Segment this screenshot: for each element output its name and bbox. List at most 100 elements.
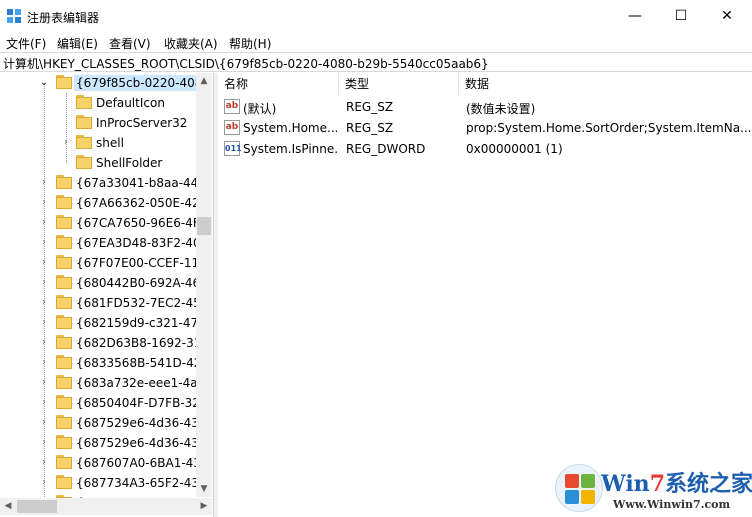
close-button[interactable]: ✕ xyxy=(704,0,750,32)
tree-node-label[interactable]: {67EA3D48-83F2-408 xyxy=(74,235,196,251)
expand-chevron-icon[interactable]: › xyxy=(39,197,49,209)
folder-icon xyxy=(56,355,73,370)
value-row[interactable]: ab (默认) REG_SZ (数值未设置) xyxy=(218,97,752,118)
tree-horizontal-scrollbar[interactable]: ◀ ▶ xyxy=(0,498,212,515)
column-header-type[interactable]: 类型 xyxy=(339,73,459,95)
regedit-app-icon xyxy=(7,9,21,23)
tree-node[interactable]: › {687529e6-4d36-433 xyxy=(0,433,196,453)
tree-node-label[interactable]: {67a33041-b8aa-442 xyxy=(74,175,196,191)
tree-node-label[interactable]: {682D63B8-1692-31E xyxy=(74,335,196,351)
expand-chevron-icon[interactable]: › xyxy=(39,237,49,249)
expand-chevron-icon[interactable]: › xyxy=(39,417,49,429)
expand-chevron-icon[interactable]: › xyxy=(39,357,49,369)
tree-node-label[interactable]: ShellFolder xyxy=(94,155,164,171)
scroll-left-icon[interactable]: ◀ xyxy=(0,498,16,515)
folder-icon xyxy=(56,435,73,450)
expand-chevron-icon[interactable]: › xyxy=(39,317,49,329)
maximize-button[interactable]: ☐ xyxy=(658,0,704,32)
menu-file[interactable]: 文件(F) xyxy=(6,35,46,52)
expand-chevron-icon[interactable]: › xyxy=(39,297,49,309)
tree-node-label[interactable]: {6850404F-D7FB-32E xyxy=(74,395,196,411)
tree-node[interactable]: › {67F07E00-CCEF-11D xyxy=(0,253,196,273)
expand-chevron-icon[interactable]: › xyxy=(39,217,49,229)
tree-node-label[interactable]: InProcServer32 xyxy=(94,115,189,131)
expand-chevron-icon[interactable]: › xyxy=(39,397,49,409)
tree-node-child[interactable]: › shell xyxy=(0,133,196,153)
tree-node[interactable]: › {682159d9-c321-47c xyxy=(0,313,196,333)
expand-chevron-icon[interactable]: › xyxy=(39,437,49,449)
tree-node-label[interactable]: {682159d9-c321-47c xyxy=(74,315,196,331)
tree-node-label[interactable]: shell xyxy=(94,135,126,151)
tree-node-selected[interactable]: ⌄ {679f85cb-0220-4080 xyxy=(0,73,196,93)
menu-help[interactable]: 帮助(H) xyxy=(229,35,271,52)
tree-vertical-scrollbar[interactable]: ▲ ▼ xyxy=(196,73,212,497)
collapse-chevron-icon[interactable]: ⌄ xyxy=(39,77,49,89)
tree-node-label[interactable]: {680442B0-692A-465 xyxy=(74,275,196,291)
minimize-button[interactable]: — xyxy=(612,0,658,32)
menu-favorites[interactable]: 收藏夹(A) xyxy=(164,35,218,52)
tree-node[interactable]: › {687607A0-6BA1-435 xyxy=(0,453,196,473)
scroll-right-icon[interactable]: ▶ xyxy=(196,498,212,515)
tree-node-label[interactable]: {679f85cb-0220-4080 xyxy=(74,75,196,91)
tree-node-label[interactable]: {687607A0-6BA1-435 xyxy=(74,455,196,471)
watermark-url: Www.Winwin7.com xyxy=(613,498,731,511)
dword-value-icon: 011 xyxy=(224,141,242,156)
folder-icon xyxy=(56,215,73,230)
tree-node-label[interactable]: {687734A3-65F2-43E xyxy=(74,475,196,491)
tree-node[interactable]: › {687529e6-4d36-433 xyxy=(0,413,196,433)
tree-node[interactable]: › {67CA7650-96E6-4FD xyxy=(0,213,196,233)
address-path[interactable]: 计算机\HKEY_CLASSES_ROOT\CLSID\{679f85cb-02… xyxy=(3,55,489,72)
tree-node-label[interactable]: {683a732e-eee1-4ae xyxy=(74,375,196,391)
folder-icon xyxy=(56,275,73,290)
tree-node[interactable]: › {6850404F-D7FB-32E xyxy=(0,393,196,413)
tree-node-child[interactable]: DefaultIcon xyxy=(0,93,196,113)
tree-node[interactable]: › {682D63B8-1692-31E xyxy=(0,333,196,353)
tree-node[interactable]: › {67A66362-050E-42f xyxy=(0,193,196,213)
tree-node-label[interactable]: {67CA7650-96E6-4FD xyxy=(74,215,196,231)
watermark-brand-suffix: 系统之家 xyxy=(665,471,752,497)
expand-chevron-icon[interactable]: › xyxy=(39,457,49,469)
tree-node-child[interactable]: ShellFolder xyxy=(0,153,196,173)
value-name[interactable]: System.IsPinne... xyxy=(243,142,337,156)
tree-node[interactable]: › {681FD532-7EC2-454 xyxy=(0,293,196,313)
menu-edit[interactable]: 编辑(E) xyxy=(57,35,98,52)
folder-icon xyxy=(56,295,73,310)
expand-chevron-icon[interactable]: › xyxy=(39,277,49,289)
tree-node[interactable]: › {680442B0-692A-465 xyxy=(0,273,196,293)
expand-chevron-icon[interactable]: › xyxy=(61,137,71,149)
tree-node-label[interactable]: {681FD532-7EC2-454 xyxy=(74,295,196,311)
tree-node-label[interactable]: {687529e6-4d36-433 xyxy=(74,435,196,451)
scroll-thumb[interactable] xyxy=(197,217,211,235)
tree-node-child[interactable]: InProcServer32 xyxy=(0,113,196,133)
expand-chevron-icon[interactable]: › xyxy=(39,377,49,389)
tree-node[interactable]: › {687734A3-65F2-43E xyxy=(0,473,196,493)
tree-node[interactable]: › {67a33041-b8aa-442 xyxy=(0,173,196,193)
tree-node[interactable]: › {6833568B-541D-429 xyxy=(0,353,196,373)
tree-node-label[interactable]: DefaultIcon xyxy=(94,95,167,111)
expand-chevron-icon[interactable]: › xyxy=(39,477,49,489)
values-list-pane[interactable]: 名称 类型 数据 ab (默认) REG_SZ (数值未设置) ab Syste… xyxy=(218,73,752,517)
menu-view[interactable]: 查看(V) xyxy=(109,35,151,52)
value-row[interactable]: 011 System.IsPinne... REG_DWORD 0x000000… xyxy=(218,139,752,160)
tree-node-label[interactable]: {6833568B-541D-429 xyxy=(74,355,196,371)
scroll-thumb[interactable] xyxy=(17,500,57,513)
tree-node[interactable]: › {683a732e-eee1-4ae xyxy=(0,373,196,393)
expand-chevron-icon[interactable]: › xyxy=(39,337,49,349)
value-name[interactable]: (默认) xyxy=(243,100,337,117)
tree-node-label[interactable]: {687529e6-4d36-433 xyxy=(74,415,196,431)
address-bar[interactable]: 计算机\HKEY_CLASSES_ROOT\CLSID\{679f85cb-02… xyxy=(0,52,752,72)
column-header-name[interactable]: 名称 xyxy=(218,73,339,95)
value-row[interactable]: ab System.Home.... REG_SZ prop:System.Ho… xyxy=(218,118,752,139)
tree-node-label[interactable]: {67A66362-050E-42f xyxy=(74,195,196,211)
scroll-up-icon[interactable]: ▲ xyxy=(196,73,212,89)
scroll-down-icon[interactable]: ▼ xyxy=(196,481,212,497)
value-name[interactable]: System.Home.... xyxy=(243,121,337,135)
key-tree-pane[interactable]: ⌄ {679f85cb-0220-4080 DefaultIcon InProcS… xyxy=(0,73,212,517)
expand-chevron-icon[interactable]: › xyxy=(39,177,49,189)
folder-icon xyxy=(76,95,93,110)
site-watermark: Win7系统之家 Www.Winwin7.com xyxy=(555,462,752,516)
tree-node[interactable]: › {67EA3D48-83F2-408 xyxy=(0,233,196,253)
tree-node-label[interactable]: {67F07E00-CCEF-11D xyxy=(74,255,196,271)
expand-chevron-icon[interactable]: › xyxy=(39,257,49,269)
column-header-data[interactable]: 数据 xyxy=(459,73,752,95)
